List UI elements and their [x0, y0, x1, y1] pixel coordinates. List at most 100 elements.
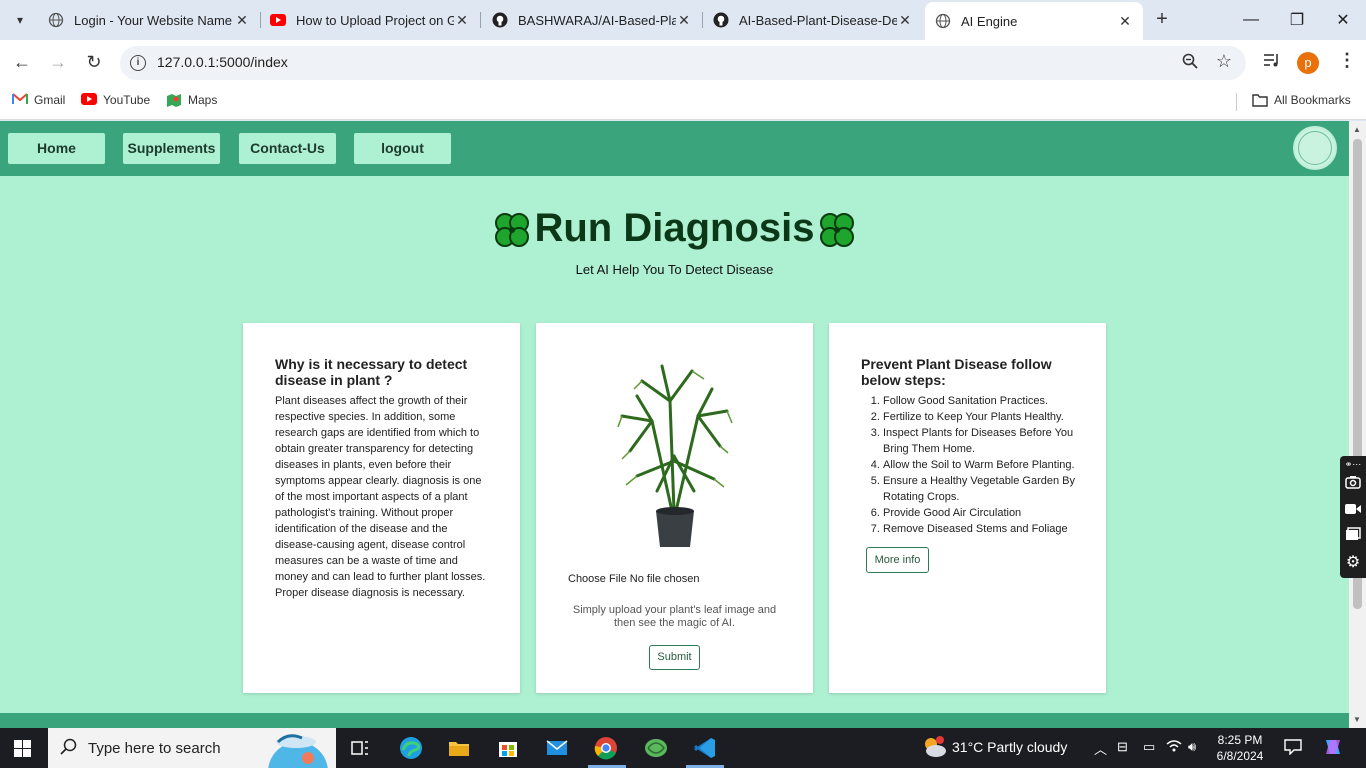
network-adapter-icon[interactable]: ⊟ [1117, 739, 1128, 755]
chrome-icon[interactable] [592, 734, 620, 762]
file-input[interactable]: Choose File No file chosen [568, 573, 699, 585]
globe-icon [935, 13, 951, 29]
camera-icon[interactable] [1340, 472, 1366, 498]
site-navbar: Home Supplements Contact-Us logout [0, 121, 1349, 176]
github-icon [492, 12, 508, 28]
tab-youtube[interactable]: How to Upload Project on Gi ✕ [260, 4, 480, 36]
card-title: Why is it necessary to detect disease in… [275, 356, 468, 388]
weather-icon[interactable] [920, 734, 948, 763]
card-body: Plant diseases affect the growth of thei… [275, 395, 486, 599]
submit-button[interactable]: Submit [649, 645, 700, 670]
windows-start-icon[interactable] [14, 740, 31, 757]
kaspersky-icon[interactable] [642, 734, 670, 762]
list-item: Provide Good Air Circulation [883, 505, 1083, 521]
zoom-icon[interactable] [1182, 53, 1198, 74]
tab-github-project[interactable]: AI-Based-Plant-Disease-Dete ✕ [703, 4, 923, 36]
nav-logout[interactable]: logout [354, 133, 451, 164]
bookmark-maps[interactable]: Maps [166, 93, 217, 107]
upload-card: Choose File No file chosen Simply upload… [536, 323, 813, 693]
close-icon[interactable]: ✕ [234, 12, 250, 29]
minimize-button[interactable]: — [1228, 0, 1274, 40]
youtube-icon [270, 12, 286, 28]
card-title: Prevent Plant Disease follow below steps… [861, 356, 1052, 388]
chevron-up-icon[interactable]: ︿ [1094, 739, 1107, 758]
file-status: No file chosen [629, 573, 700, 585]
bookmarks-bar: Gmail YouTube Maps All Bookmarks [0, 86, 1366, 120]
tab-login[interactable]: Login - Your Website Name ✕ [38, 4, 260, 36]
file-explorer-icon[interactable] [445, 734, 473, 762]
close-icon[interactable]: ✕ [454, 12, 470, 29]
search-highlight-image [268, 734, 328, 768]
copilot-icon[interactable] [1322, 736, 1344, 761]
close-icon[interactable]: ✕ [676, 12, 692, 29]
tab-divider [480, 12, 481, 28]
close-icon[interactable]: ✕ [1117, 13, 1133, 30]
wifi-icon[interactable] [1166, 739, 1182, 756]
link-icon[interactable]: ⚭⋯ [1340, 456, 1366, 472]
youtube-icon [81, 93, 97, 107]
page-subtitle: Let AI Help You To Detect Disease [575, 262, 774, 277]
restore-button[interactable]: ❐ [1274, 0, 1320, 40]
nav-contact-us[interactable]: Contact-Us [239, 133, 336, 164]
taskbar-clock[interactable]: 8:25 PM 6/8/2024 [1205, 732, 1275, 764]
list-item: Fertilize to Keep Your Plants Healthy. [883, 409, 1083, 425]
tab-strip: ▾ Login - Your Website Name ✕ How to Upl… [0, 0, 1366, 40]
tab-ai-engine[interactable]: AI Engine ✕ [925, 2, 1143, 40]
reload-icon[interactable]: ↻ [80, 48, 108, 76]
clover-icon [495, 213, 530, 248]
nav-home[interactable]: Home [8, 133, 105, 164]
close-window-button[interactable]: ✕ [1320, 0, 1366, 40]
prevention-steps: Follow Good Sanitation Practices. Fertil… [883, 393, 1083, 537]
bookmark-youtube[interactable]: YouTube [81, 93, 150, 107]
battery-icon[interactable]: ▭ [1143, 739, 1155, 755]
notification-icon[interactable] [1284, 739, 1302, 758]
profile-avatar[interactable]: p [1297, 52, 1319, 74]
window-icon[interactable] [1340, 524, 1366, 550]
page-title: Run Diagnosis [0, 206, 1349, 252]
tab-title: AI Engine [961, 13, 1018, 29]
tab-title: BASHWARAJ/AI-Based-Plant [518, 12, 676, 28]
scroll-down-icon[interactable]: ▼ [1353, 715, 1361, 724]
tab-title: Login - Your Website Name [74, 12, 233, 28]
volume-icon[interactable]: 🔊︎ [1188, 739, 1196, 755]
scroll-up-icon[interactable]: ▲ [1353, 125, 1361, 134]
task-view-icon[interactable] [346, 734, 374, 762]
bookmark-label: Maps [188, 93, 218, 107]
site-logo[interactable] [1293, 126, 1337, 170]
clock-date: 6/8/2024 [1216, 749, 1264, 763]
nav-supplements[interactable]: Supplements [123, 133, 220, 164]
tab-search-button[interactable]: ▾ [8, 8, 32, 32]
gear-icon[interactable]: ⚙ [1340, 550, 1366, 576]
all-bookmarks-label: All Bookmarks [1274, 93, 1351, 107]
list-item: Allow the Soil to Warm Before Planting. [883, 457, 1083, 473]
logo-emblem [1298, 131, 1332, 165]
taskbar-search[interactable]: Type here to search [48, 728, 336, 768]
forward-icon[interactable]: → [44, 48, 72, 76]
edge-icon[interactable] [397, 734, 425, 762]
page-scrollbar[interactable]: ▲ ▼ [1349, 121, 1366, 728]
media-control-icon[interactable] [1263, 52, 1281, 73]
bookmark-gmail[interactable]: Gmail [12, 93, 65, 107]
plant-image [617, 364, 733, 547]
search-placeholder: Type here to search [88, 740, 221, 757]
page-title-text: Run Diagnosis [534, 206, 815, 250]
prevention-card: Prevent Plant Disease follow below steps… [829, 323, 1106, 693]
close-icon[interactable]: ✕ [897, 12, 913, 29]
all-bookmarks[interactable]: All Bookmarks [1252, 93, 1351, 107]
bookmark-star-icon[interactable]: ☆ [1216, 51, 1232, 72]
address-bar[interactable]: i 127.0.0.1:5000/index ☆ [120, 46, 1246, 80]
store-icon[interactable] [494, 734, 522, 762]
weather-text[interactable]: 31°C Partly cloudy [952, 739, 1067, 755]
menu-icon[interactable]: ⋮ [1338, 50, 1356, 71]
vscode-icon[interactable] [691, 734, 719, 762]
github-icon [713, 12, 729, 28]
page-viewport: Home Supplements Contact-Us logout Run D… [0, 121, 1349, 728]
choose-file-button[interactable]: Choose File [568, 573, 627, 585]
video-icon[interactable] [1340, 498, 1366, 524]
new-tab-button[interactable]: + [1150, 8, 1174, 32]
more-info-button[interactable]: More info [866, 547, 929, 573]
back-icon[interactable]: ← [8, 48, 36, 76]
site-info-icon[interactable]: i [130, 55, 146, 71]
mail-icon[interactable] [543, 734, 571, 762]
tab-github-repo[interactable]: BASHWARAJ/AI-Based-Plant ✕ [482, 4, 702, 36]
